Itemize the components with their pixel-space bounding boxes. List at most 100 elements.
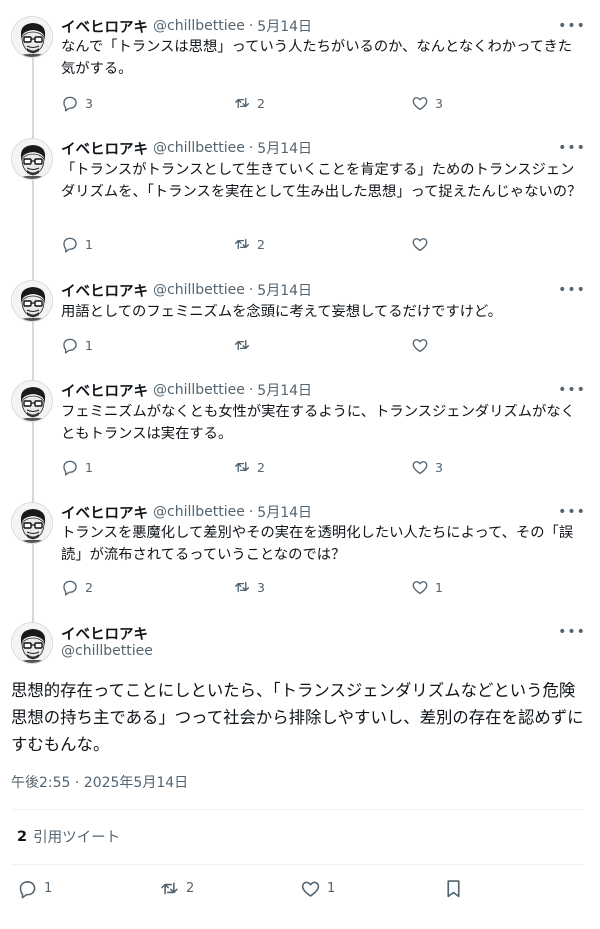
more-icon[interactable]: ••• xyxy=(558,138,585,158)
user-handle[interactable]: @chillbettiee xyxy=(153,504,245,520)
avatar[interactable] xyxy=(11,280,53,322)
reply-icon xyxy=(63,338,77,354)
tweet-text: トランスを悪魔化して差別やその実在を透明化したい人たちによって、その「誤読」が流… xyxy=(61,525,574,563)
like-button[interactable]: 1 xyxy=(300,876,335,900)
retweet-button[interactable]: 2 xyxy=(159,876,194,900)
reply-button[interactable]: 3 xyxy=(61,93,93,113)
reply-button[interactable]: 2 xyxy=(61,577,93,597)
user-handle[interactable]: @chillbettiee xyxy=(153,282,245,298)
reply-count: 1 xyxy=(85,236,93,252)
retweet-count: 2 xyxy=(257,236,265,252)
tweet-text: 「トランスがトランスとして生きていくことを肯定する」ためのトランスジェンダリズム… xyxy=(61,162,582,200)
retweet-count: 2 xyxy=(257,459,265,475)
reply-count: 2 xyxy=(85,579,93,595)
display-name[interactable]: イベヒロアキ xyxy=(61,138,148,159)
display-name[interactable]: イベヒロアキ xyxy=(61,380,148,401)
tweet-text: なんで「トランスは思想」っていう人たちがいるのか、なんとなくわかってきた気がする… xyxy=(61,39,573,77)
more-icon[interactable]: ••• xyxy=(558,502,585,522)
like-count: 1 xyxy=(435,579,443,595)
user-handle[interactable]: @chillbettiee xyxy=(153,18,245,34)
like-button[interactable]: 1 xyxy=(411,577,443,597)
tweet-actions: 1 2 3 xyxy=(61,457,481,477)
quote-count: 2 xyxy=(17,828,28,845)
tweet-date[interactable]: 5月14日 xyxy=(257,16,312,36)
bookmark-icon xyxy=(447,879,460,897)
tweet-date[interactable]: 5月14日 xyxy=(257,138,312,158)
reply-icon xyxy=(63,237,77,253)
tweet-actions: 2 3 1 xyxy=(61,577,481,597)
thread-reply[interactable]: イベヒロアキ @chillbettiee · 5月14日 ••• フェミニズムが… xyxy=(0,378,600,484)
tweet-header: イベヒロアキ @chillbettiee · 5月14日 xyxy=(61,138,312,158)
retweet-icon xyxy=(161,881,178,895)
like-button[interactable] xyxy=(411,234,435,254)
tweet-date[interactable]: 5月14日 xyxy=(257,280,312,300)
retweet-button[interactable] xyxy=(233,335,257,355)
divider xyxy=(11,809,584,810)
thread-reply[interactable]: イベヒロアキ @chillbettiee · 5月14日 ••• 「トランスがト… xyxy=(0,136,600,262)
tweet-header: イベヒロアキ @chillbettiee · 5月14日 xyxy=(61,502,312,522)
tweet-header: イベヒロアキ @chillbettiee · 5月14日 xyxy=(61,280,312,300)
tweet-actions: 1 xyxy=(61,335,481,355)
tweet-date[interactable]: 5月14日 xyxy=(257,502,312,522)
separator: · xyxy=(248,18,254,34)
avatar[interactable] xyxy=(11,622,53,664)
like-icon xyxy=(412,97,428,111)
display-name[interactable]: イベヒロアキ xyxy=(61,280,148,301)
tweet-text: フェミニズムがなくとも女性が実在するように、トランスジェンダリズムがなくともトラ… xyxy=(61,404,575,442)
more-icon[interactable]: ••• xyxy=(558,380,585,400)
retweet-count: 3 xyxy=(257,579,265,595)
reply-count: 1 xyxy=(85,459,93,475)
reply-icon xyxy=(63,460,77,476)
display-name[interactable]: イベヒロアキ xyxy=(61,623,148,644)
tweet-header: イベヒロアキ @chillbettiee · 5月14日 xyxy=(61,16,312,36)
avatar[interactable] xyxy=(11,16,53,58)
reply-button[interactable]: 1 xyxy=(61,457,93,477)
reply-button[interactable]: 1 xyxy=(17,876,52,900)
reply-button[interactable]: 1 xyxy=(61,234,93,254)
retweet-button[interactable]: 2 xyxy=(233,457,265,477)
thread-reply[interactable]: イベヒロアキ @chillbettiee · 5月14日 ••• トランスを悪魔… xyxy=(0,500,600,604)
display-name[interactable]: イベヒロアキ xyxy=(61,16,148,37)
avatar[interactable] xyxy=(11,138,53,180)
more-icon[interactable]: ••• xyxy=(558,16,585,36)
like-icon xyxy=(301,881,320,897)
quote-tweets-link[interactable]: 2 引用ツイート xyxy=(17,826,120,847)
like-count: 3 xyxy=(435,95,443,111)
retweet-icon xyxy=(234,238,250,250)
retweet-button[interactable]: 2 xyxy=(233,234,265,254)
reply-count: 1 xyxy=(85,337,93,353)
like-count: 1 xyxy=(327,880,336,896)
tweet-actions: 3 2 3 xyxy=(61,93,481,113)
display-name[interactable]: イベヒロアキ xyxy=(61,502,148,523)
more-icon[interactable]: ••• xyxy=(558,622,585,642)
separator: · xyxy=(248,382,254,398)
thread-reply[interactable]: イベヒロアキ @chillbettiee · 5月14日 ••• なんで「トラン… xyxy=(0,14,600,120)
separator: · xyxy=(248,282,254,298)
user-handle[interactable]: @chillbettiee xyxy=(153,140,245,156)
tweet-date[interactable]: 5月14日 xyxy=(257,380,312,400)
thread-reply[interactable]: イベヒロアキ @chillbettiee · 5月14日 ••• 用語としてのフ… xyxy=(0,278,600,362)
like-button[interactable] xyxy=(411,335,435,355)
retweet-button[interactable]: 2 xyxy=(233,93,265,113)
like-button[interactable]: 3 xyxy=(411,93,443,113)
reply-button[interactable]: 1 xyxy=(61,335,93,355)
avatar[interactable] xyxy=(11,502,53,544)
tweet-text: 思想的存在ってことにしといたら、「トランスジェンダリズムなどという危険思想の持ち… xyxy=(11,681,584,754)
retweet-button[interactable]: 3 xyxy=(233,577,265,597)
reply-count: 1 xyxy=(44,880,53,896)
tweet-actions: 1 2 xyxy=(61,234,481,254)
like-icon xyxy=(412,581,428,595)
more-icon[interactable]: ••• xyxy=(558,280,585,300)
retweet-icon xyxy=(234,97,250,109)
avatar[interactable] xyxy=(11,380,53,422)
reply-icon xyxy=(63,96,77,112)
user-handle[interactable]: @chillbettiee xyxy=(153,382,245,398)
user-handle[interactable]: @chillbettiee xyxy=(61,643,153,659)
retweet-icon xyxy=(234,339,250,351)
tweet-timestamp[interactable]: 午後2:55 · 2025年5月14日 xyxy=(11,772,188,792)
like-button[interactable]: 3 xyxy=(411,457,443,477)
bookmark-button[interactable] xyxy=(443,876,464,900)
tweet-header: イベヒロアキ @chillbettiee · 5月14日 xyxy=(61,380,312,400)
tweet-actions: 1 2 1 xyxy=(17,876,577,900)
retweet-icon xyxy=(234,461,250,473)
